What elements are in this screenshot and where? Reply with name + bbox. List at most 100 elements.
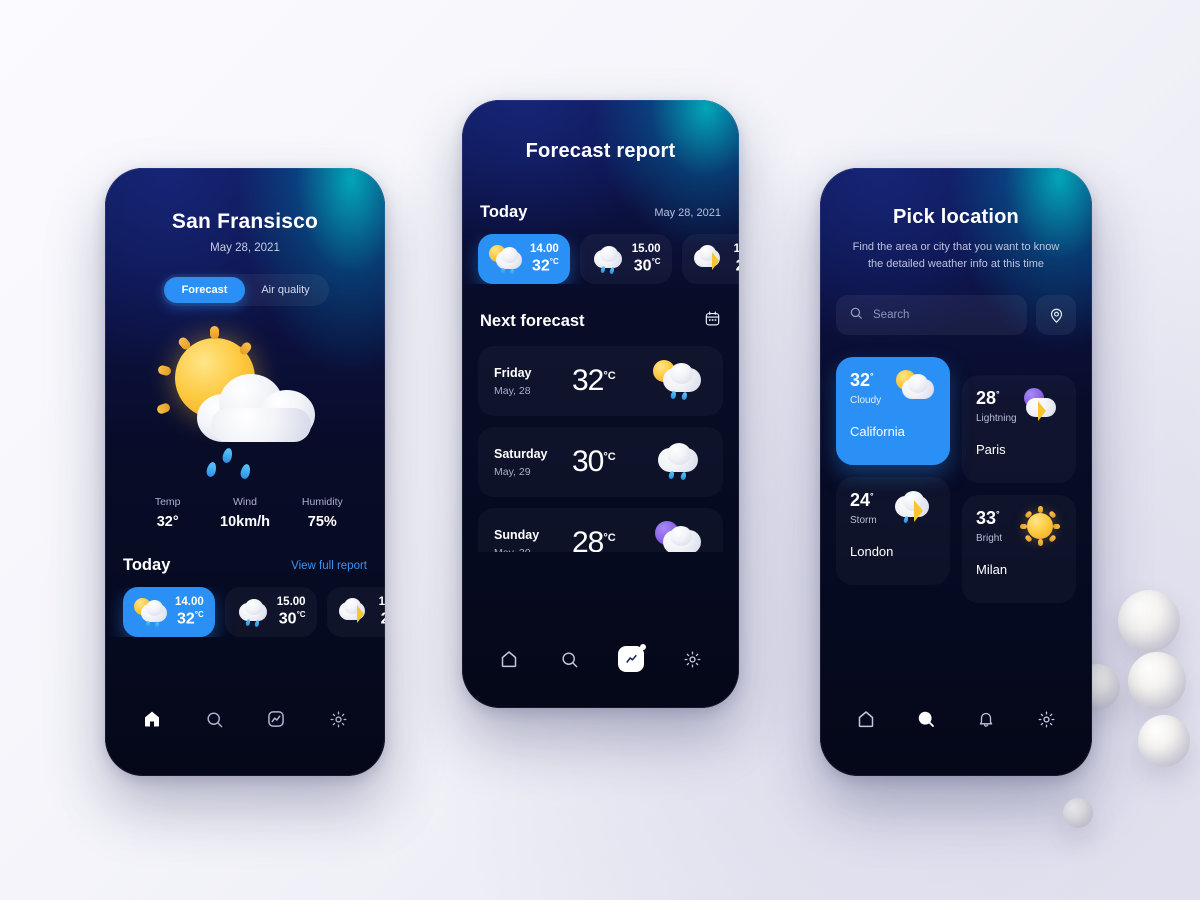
search-row: Search	[820, 295, 1092, 336]
forecast-temp: 28°C	[572, 526, 616, 553]
nav-chart-icon[interactable]	[261, 704, 291, 734]
nav-chart-icon[interactable]	[616, 644, 647, 674]
location-pin-icon[interactable]	[1036, 295, 1076, 336]
hourly-chip[interactable]: 14.00 32°C	[478, 234, 570, 285]
nav-gear-icon[interactable]	[1031, 704, 1061, 734]
hourly-time: 14.00	[175, 596, 204, 608]
hourly-chip[interactable]: 14.00 32°C	[123, 587, 215, 638]
sun-behind-rain-cloud-icon	[653, 359, 707, 403]
hourly-chip[interactable]: 15.00 30°C	[224, 587, 317, 638]
rain-drop	[204, 461, 218, 478]
hourly-temp: 32°C	[177, 610, 204, 628]
stat-label: Wind	[233, 496, 257, 508]
hourly-chip[interactable]: 15.00 30°C	[579, 234, 672, 285]
nav-home-icon[interactable]	[494, 644, 524, 674]
nav-home-icon[interactable]	[137, 704, 167, 734]
hourly-chip-text: 15.00 30°C	[277, 596, 306, 628]
decorative-sphere	[1128, 652, 1186, 710]
forecast-row-day: Friday May, 28	[494, 366, 572, 397]
tab-air-quality[interactable]: Air quality	[245, 277, 326, 303]
location-name: California	[850, 424, 905, 440]
hourly-time: 16.00	[733, 243, 739, 255]
location-condition: Cloudy	[850, 395, 882, 407]
hourly-chip-text: 16.00 29°C	[734, 243, 739, 275]
bottom-navigation[interactable]	[478, 644, 723, 674]
hourly-time: 15.00	[631, 243, 661, 255]
nav-search-icon[interactable]	[911, 704, 941, 734]
location-cards-column-left: 32° Cloudy California 24° Storm London	[836, 357, 950, 615]
hourly-forecast-scroller[interactable]: 14.00 32°C 15.00 30°C 1	[462, 234, 739, 285]
forecast-row[interactable]: Sunday May, 30 28°C	[478, 508, 723, 553]
search-placeholder: Search	[873, 309, 910, 322]
bottom-navigation[interactable]	[836, 704, 1076, 734]
location-condition: Lightning	[976, 413, 1017, 425]
forecast-day-name: Friday	[494, 365, 532, 380]
stat-label: Temp	[154, 496, 181, 508]
nav-bell-icon[interactable]	[971, 704, 1001, 734]
sun-behind-rain-cloud-icon	[489, 244, 523, 276]
hourly-chip[interactable]: 16.00 29°C	[681, 234, 739, 285]
nav-search-icon[interactable]	[555, 644, 585, 674]
location-card-milan[interactable]: 33° Bright Milan	[962, 495, 1076, 603]
location-card-reading: 28° Lightning	[976, 388, 1017, 424]
bottom-navigation[interactable]	[121, 704, 369, 734]
nav-home-icon[interactable]	[851, 704, 881, 734]
hourly-time: 15.00	[276, 596, 306, 608]
location-card-reading: 24° Storm	[850, 490, 877, 526]
location-card-reading: 32° Cloudy	[850, 370, 881, 406]
view-full-report-link[interactable]: View full report	[291, 560, 367, 572]
stat-value: 32°	[156, 514, 179, 530]
tab-forecast[interactable]: Forecast	[164, 277, 245, 303]
hourly-chip-text: 15.00 30°C	[632, 243, 661, 275]
forecast-day-date: May, 28	[494, 384, 531, 397]
location-card-london[interactable]: 24° Storm London	[836, 477, 950, 585]
rain-cloud-icon	[653, 440, 707, 484]
sun-behind-cloud-icon	[892, 370, 936, 406]
weather-stats: Temp 32° Wind 10km/h Humidity 75%	[105, 496, 385, 530]
location-card-paris[interactable]: 28° Lightning Paris	[962, 375, 1076, 483]
forecast-row[interactable]: Saturday May, 29 30°C	[478, 427, 723, 497]
hourly-temp: 32°C	[532, 257, 559, 275]
forecast-row-day: Sunday May, 30	[494, 528, 572, 553]
nav-chart-active-chip[interactable]	[618, 644, 647, 672]
forecast-day-name: Saturday	[494, 446, 548, 461]
nav-gear-icon[interactable]	[677, 644, 707, 674]
forecast-row-day: Saturday May, 29	[494, 447, 572, 478]
nav-gear-icon[interactable]	[323, 704, 353, 734]
next-forecast-label: Next forecast	[480, 311, 585, 330]
next-forecast-list[interactable]: Friday May, 28 32°C Saturday May, 29 30°…	[462, 346, 739, 553]
hourly-temp: 30°C	[278, 610, 306, 628]
view-toggle[interactable]: Forecast Air quality	[161, 274, 329, 306]
nav-search-icon[interactable]	[199, 704, 229, 734]
sun-ray	[156, 364, 172, 377]
stat-temp: Temp 32°	[129, 496, 206, 530]
hourly-time: 14.00	[530, 243, 559, 255]
phone-home: San Fransisco May 28, 2021 Forecast Air …	[105, 168, 385, 776]
thunder-cloud-icon	[338, 597, 372, 627]
forecast-row[interactable]: Friday May, 28 32°C	[478, 346, 723, 416]
thunder-cloud-icon	[693, 244, 727, 274]
decorative-sphere	[1118, 590, 1180, 652]
page-title: Pick location	[893, 206, 1019, 228]
calendar-icon[interactable]	[704, 310, 721, 332]
rain-cloud-icon	[236, 597, 270, 628]
location-card-top: 33° Bright	[976, 506, 1062, 547]
location-temp: 32°	[850, 370, 874, 391]
hourly-chip-text: 14.00 32°C	[530, 243, 559, 275]
location-card-california[interactable]: 32° Cloudy California	[836, 357, 950, 466]
location-cards-grid: 32° Cloudy California 24° Storm London 2…	[820, 357, 1092, 615]
decorative-sphere	[1138, 715, 1190, 767]
hourly-forecast-scroller[interactable]: 14.00 32°C 15.00 30°C 1	[105, 587, 385, 638]
phone-home-screen: San Fransisco May 28, 2021 Forecast Air …	[105, 168, 385, 776]
moon-thunder-icon	[1018, 388, 1062, 424]
location-name: Paris	[976, 442, 1006, 458]
search-input[interactable]: Search	[836, 295, 1027, 336]
location-card-top: 24° Storm	[850, 490, 936, 526]
notification-dot	[640, 644, 647, 650]
forecast-temp: 30°C	[572, 445, 616, 479]
location-condition: Bright	[976, 533, 1003, 545]
sun-behind-rain-cloud-icon	[153, 326, 338, 480]
hourly-forecast-list: 14.00 32°C 15.00 30°C 1	[123, 587, 385, 638]
location-name: Milan	[976, 562, 1008, 578]
hourly-chip[interactable]: 16.00 29°C	[326, 587, 385, 638]
